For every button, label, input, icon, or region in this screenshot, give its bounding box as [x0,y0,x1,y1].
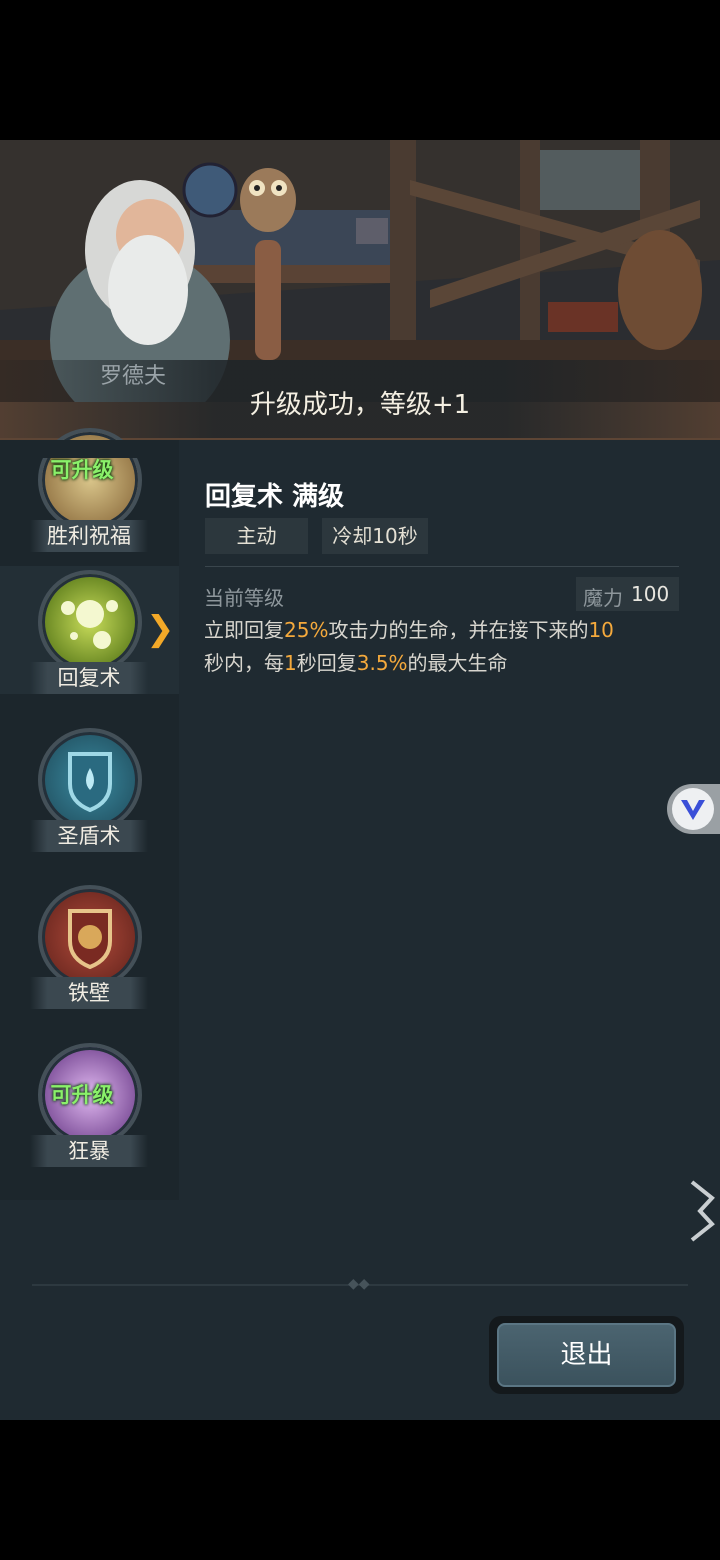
heal-orb-icon [38,570,142,674]
desc-value: 10 [588,618,614,642]
skill-label: 圣盾术 [30,820,148,852]
exit-button[interactable]: 退出 [497,1323,676,1387]
upgradable-badge: 可升级 [50,1083,114,1107]
desc-text: 秒回复 [296,651,357,675]
skill-detail-panel [179,460,704,1184]
level-up-message: 升级成功，等级+1 [249,390,471,420]
skill-type-tag: 主动 [205,518,308,554]
desc-value: 3.5% [356,651,408,675]
desc-text: 立即回复 [204,618,284,642]
desc-text: 秒内，每 [204,651,284,675]
divider [205,566,679,567]
divider-ornament-icon: ◆◆ [348,1276,370,1292]
holy-shield-icon [38,728,142,832]
skill-title: 回复术 满级 [205,482,345,512]
mana-value: 100 [631,582,670,606]
skill-label: 回复术 [30,662,148,694]
current-level-label: 当前等级 [204,586,284,610]
selected-arrow-icon: ❯ [146,609,175,649]
upgradable-badge: 可升级 [50,458,114,482]
skill-item-berserk[interactable]: 可升级 狂暴 [30,1043,148,1183]
side-drawer-handle-icon[interactable] [686,1176,720,1246]
assistant-logo-icon[interactable] [672,788,714,830]
skill-item-holy-shield[interactable]: 圣盾术 [30,728,148,868]
desc-text: 攻击力的生命，并在接下来的 [328,618,589,642]
skill-item-iron-wall[interactable]: 铁壁 [30,885,148,1025]
skill-label: 狂暴 [30,1135,148,1167]
list-clip [0,440,179,458]
skill-label: 胜利祝福 [30,520,148,552]
desc-text: 的最大生命 [407,651,508,675]
skill-description: 立即回复25%攻击力的生命，并在接下来的10 秒内，每1秒回复3.5%的最大生命 [204,614,684,680]
iron-wall-icon [38,885,142,989]
desc-value: 25% [284,618,329,642]
cooldown-tag: 冷却10秒 [322,518,428,554]
skill-label: 铁壁 [30,977,148,1009]
skill-item-heal[interactable]: 回复术 [30,570,148,710]
desc-value: 1 [284,651,297,675]
mana-label: 魔力 [583,586,623,610]
